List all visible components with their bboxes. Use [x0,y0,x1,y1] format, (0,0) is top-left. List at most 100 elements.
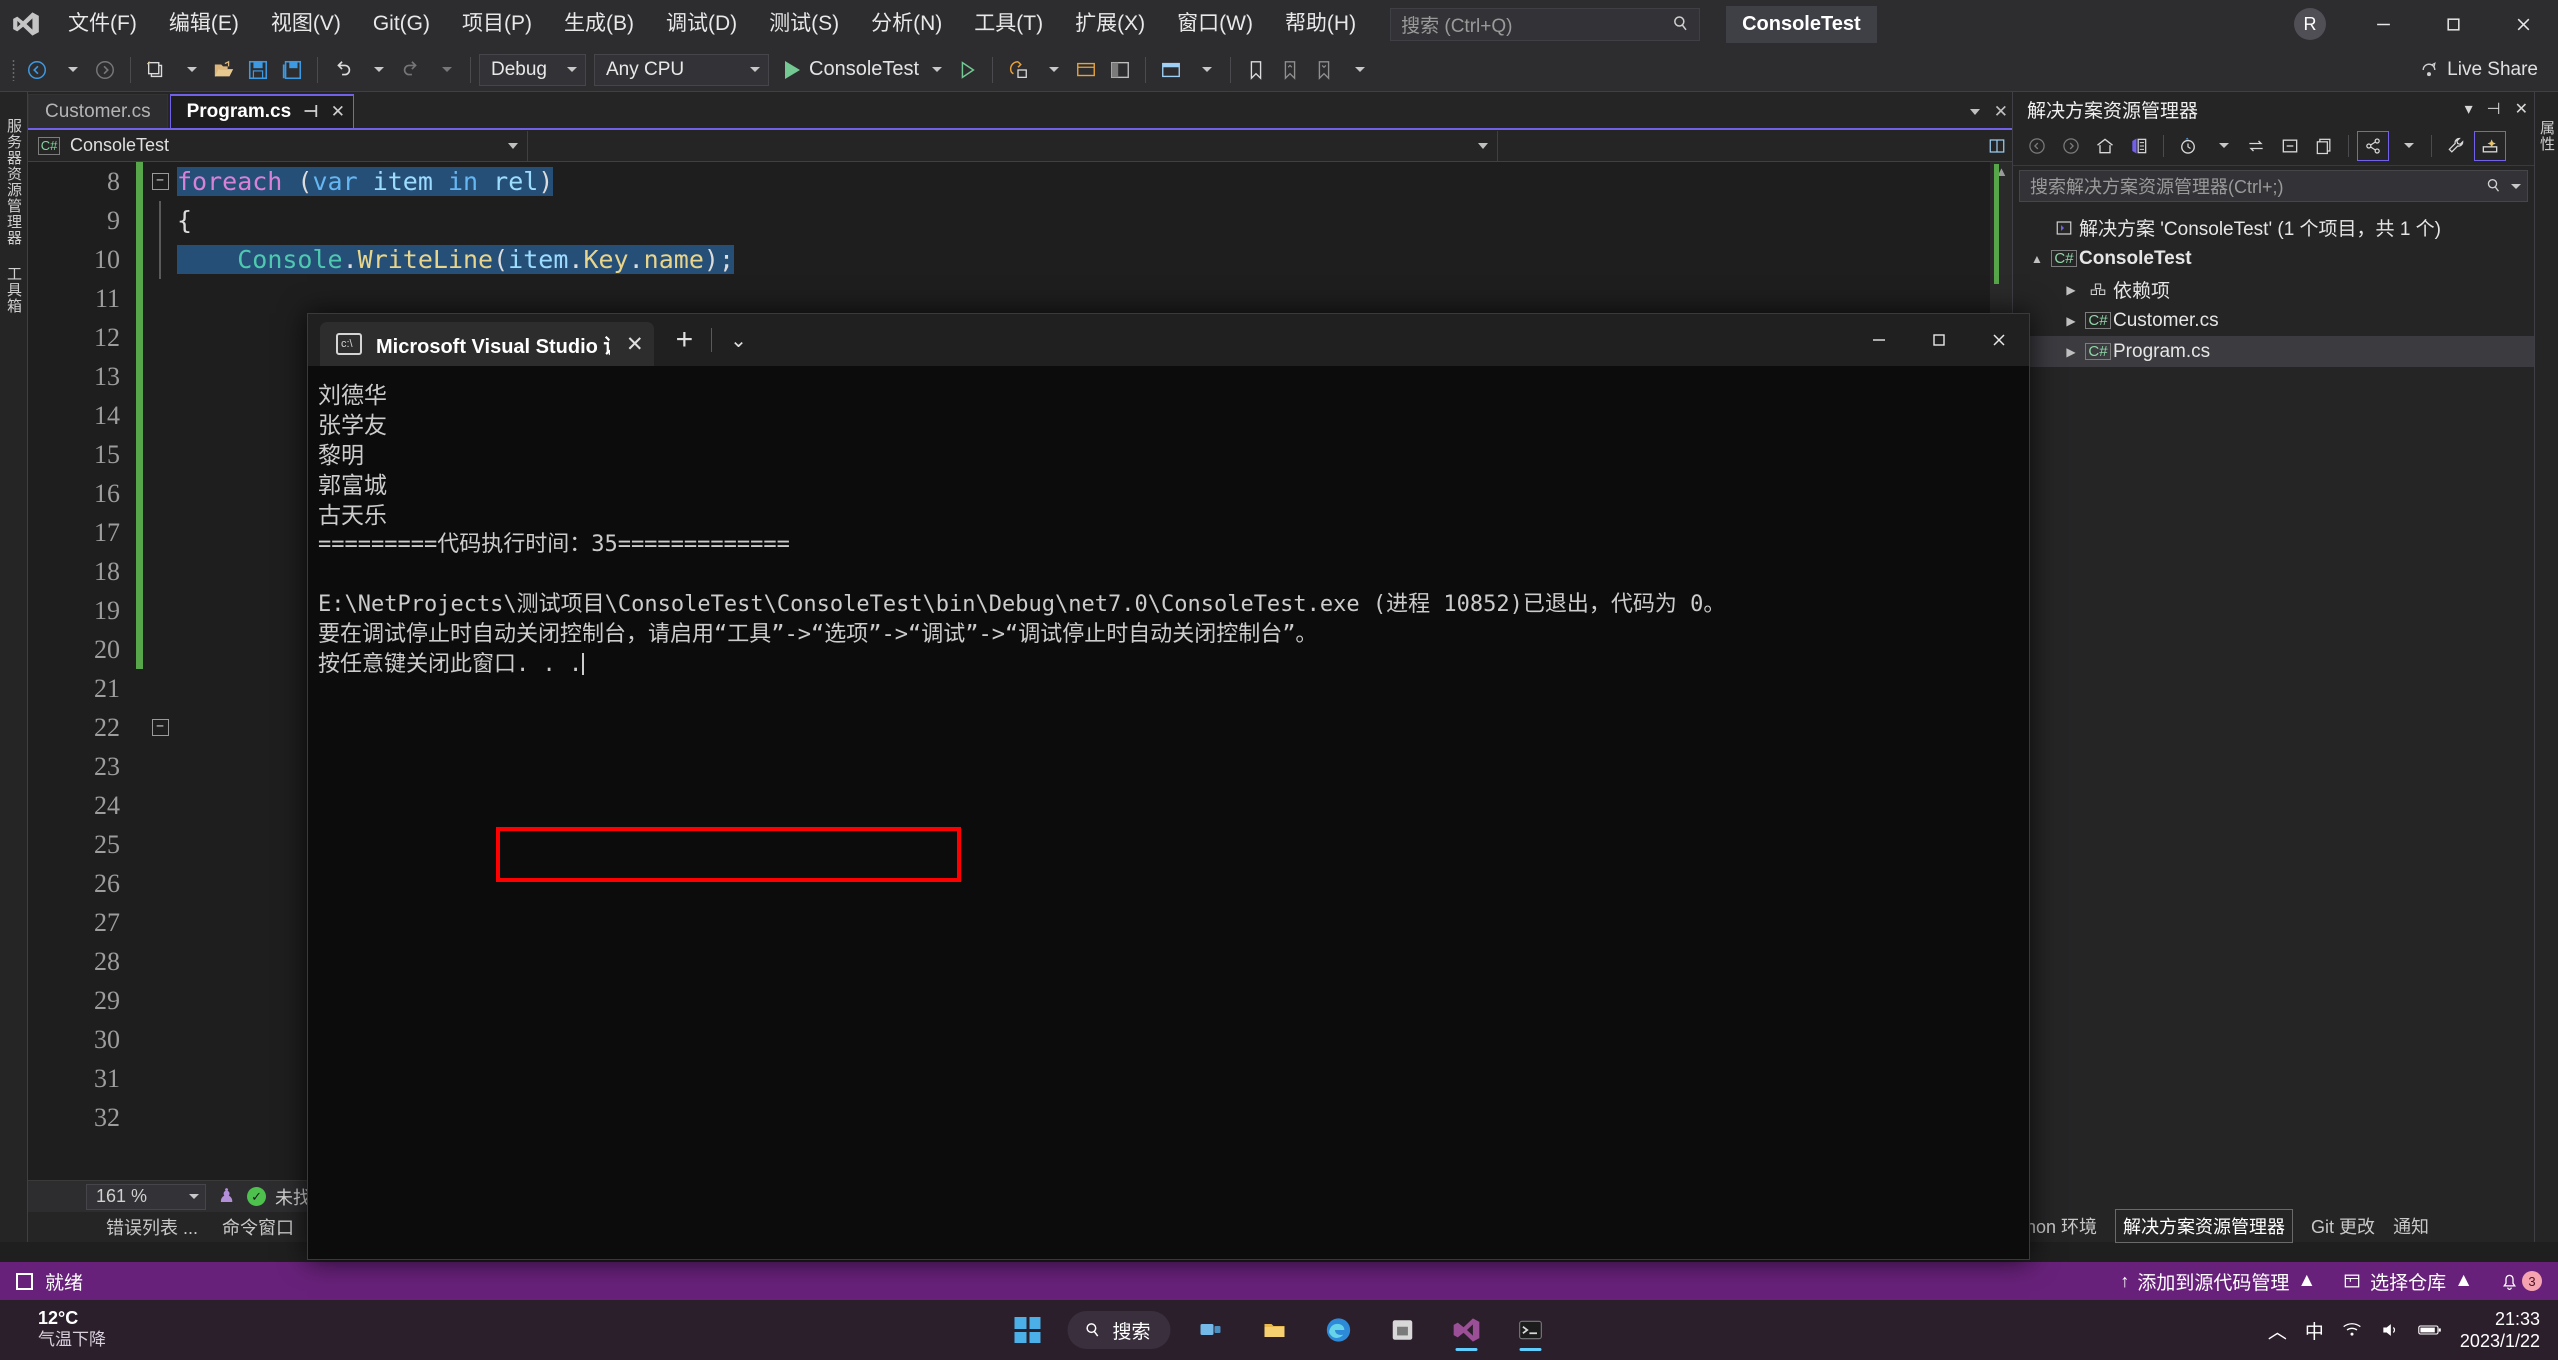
solution-explorer-search-input[interactable]: 搜索解决方案资源管理器(Ctrl+;) [2019,170,2528,202]
file-explorer-button[interactable] [1251,1306,1299,1354]
rail-tab-toolbox[interactable]: 工具箱 [0,256,27,324]
console-tab[interactable]: c:\ Microsoft Visual Studio 调试控制台 ✕ [320,322,654,366]
notifications-button[interactable]: 3 [2499,1271,2542,1292]
menu-item-edit[interactable]: 编辑(E) [153,0,255,48]
tree-node-customer-cs[interactable]: ▶ C# Customer.cs [2013,305,2534,336]
global-search-input[interactable]: 搜索 (Ctrl+Q) [1390,7,1701,41]
pin-tab-icon[interactable]: ⊣ [303,102,319,122]
new-project-button[interactable] [139,53,173,87]
zoom-level-select[interactable]: 161 % [86,1183,206,1210]
undo-dropdown[interactable] [360,53,394,87]
close-button[interactable] [2488,0,2558,48]
view-code-icon[interactable] [2357,130,2389,161]
back-icon[interactable] [2021,131,2053,161]
terminal-taskbar-button[interactable] [1507,1306,1555,1354]
dock-tab-solution-explorer[interactable]: 解决方案资源管理器 [2115,1209,2294,1243]
layout-button[interactable] [1103,53,1137,87]
rail-tab-server-explorer[interactable]: 服务器资源管理器 [0,108,27,256]
redo-dropdown[interactable] [428,53,462,87]
properties-wrench-icon[interactable] [2440,131,2472,161]
collapse-all-icon[interactable] [2274,131,2306,161]
solution-platform-select[interactable]: Any CPU [594,53,769,86]
intellicode-icon[interactable]: ♟ [218,1185,235,1208]
volume-icon[interactable] [2380,1320,2400,1340]
select-repository-button[interactable]: 选择仓库 ▲ [2342,1268,2473,1295]
save-all-button[interactable] [275,53,309,87]
toolbar-overflow-button[interactable] [1341,53,1375,87]
navbar-type-select[interactable]: C# ConsoleTest [28,130,528,161]
close-panel-icon[interactable]: ✕ [2515,99,2528,119]
sync-with-editor-icon[interactable] [2240,131,2272,161]
tray-expand-button[interactable]: ︿ [2268,1317,2287,1344]
console-output[interactable]: 刘德华 张学友 黎明 郭富城 古天乐 =========代码执行时间：35===… [308,366,2029,1259]
hot-reload-button[interactable] [1001,53,1035,87]
solution-name-chip[interactable]: ConsoleTest [1726,5,1877,43]
solution-configuration-select[interactable]: Debug [479,53,586,86]
forward-icon[interactable] [2055,131,2087,161]
code-line[interactable]: 8 − foreach (var item in rel) [28,162,2012,201]
menu-item-help[interactable]: 帮助(H) [1269,0,1372,48]
chevron-down-icon[interactable]: ⌄ [730,328,747,353]
tab-list-dropdown-icon[interactable] [1969,109,1980,115]
expand-arrow-icon[interactable]: ▲ [2025,252,2049,266]
editor-tab-customer[interactable]: Customer.cs [28,94,168,128]
menu-item-analyze[interactable]: 分析(N) [855,0,958,48]
expand-arrow-icon[interactable]: ▶ [2059,283,2083,297]
dock-tab-error-list[interactable]: 错误列表 ... [106,1214,198,1240]
outline-glyph[interactable] [143,240,177,279]
bookmark-next-button[interactable] [1307,53,1341,87]
menu-item-file[interactable]: 文件(F) [52,0,153,48]
edge-button[interactable] [1315,1306,1363,1354]
visual-studio-taskbar-button[interactable] [1443,1306,1491,1354]
navbar-member-select[interactable] [528,130,1498,161]
weather-widget[interactable]: 12°C 气温下降 [38,1307,106,1351]
pin-panel-icon[interactable]: ⊣ [2487,99,2501,119]
taskbar-search-button[interactable]: 搜索 [1067,1311,1171,1349]
menu-item-project[interactable]: 项目(P) [446,0,548,48]
avatar[interactable]: R [2294,8,2326,40]
console-window[interactable]: c:\ Microsoft Visual Studio 调试控制台 ✕ + ⌄ [307,313,2030,1260]
bookmark-prev-button[interactable] [1273,53,1307,87]
maximize-button[interactable] [2418,0,2488,48]
navigate-forward-button[interactable] [88,53,122,87]
expand-arrow-icon[interactable]: ▶ [2059,345,2083,359]
live-share-button[interactable]: Live Share [2419,59,2538,81]
window-split-dropdown[interactable] [1188,53,1222,87]
outline-glyph[interactable]: − [143,719,177,736]
home-icon[interactable] [2089,131,2121,161]
menu-item-view[interactable]: 视图(V) [255,0,357,48]
outline-glyph[interactable] [143,201,177,240]
console-minimize-button[interactable] [1849,314,1909,366]
split-view-icon[interactable] [1988,137,2006,155]
tree-node-project[interactable]: ▲ C# ConsoleTest [2013,243,2534,274]
battery-icon[interactable] [2418,1322,2442,1338]
network-icon[interactable] [2342,1320,2362,1340]
view-code-dropdown-icon[interactable] [2391,131,2423,161]
tree-node-dependencies[interactable]: ▶ 依赖项 [2013,274,2534,305]
code-line[interactable]: 10 Console.WriteLine(item.Key.name); [28,240,2012,279]
pending-changes-dropdown-icon[interactable] [2206,131,2238,161]
new-tab-icon[interactable]: + [676,323,694,357]
tree-node-program-cs[interactable]: ▶ C# Program.cs [2013,336,2534,367]
hot-reload-dropdown[interactable] [1035,53,1069,87]
taskbar-clock[interactable]: 21:33 2023/1/22 [2460,1308,2540,1352]
outline-glyph[interactable]: − [143,173,177,190]
menu-item-tools[interactable]: 工具(T) [958,0,1059,48]
live-preview-button[interactable] [1069,53,1103,87]
toolbar-grip[interactable] [6,56,20,84]
navigate-back-button[interactable] [20,53,54,87]
window-split-button[interactable] [1154,53,1188,87]
bookmark-button[interactable] [1239,53,1273,87]
minimize-button[interactable] [2348,0,2418,48]
close-console-tab-icon[interactable]: ✕ [626,332,644,357]
tree-node-solution[interactable]: 解决方案 'ConsoleTest' (1 个项目，共 1 个) [2013,212,2534,243]
start-debugging-button[interactable]: ConsoleTest [777,53,950,87]
collapse-region-icon[interactable]: − [151,719,169,736]
dock-tab-notifications[interactable]: 通知 [2393,1213,2429,1239]
pending-changes-icon[interactable] [2172,131,2204,161]
preview-selected-items-icon[interactable] [2474,130,2506,161]
new-project-dropdown[interactable] [173,53,207,87]
solution-view-icon[interactable] [2123,131,2155,161]
menu-item-git[interactable]: Git(G) [357,0,446,48]
menu-item-extensions[interactable]: 扩展(X) [1059,0,1161,48]
